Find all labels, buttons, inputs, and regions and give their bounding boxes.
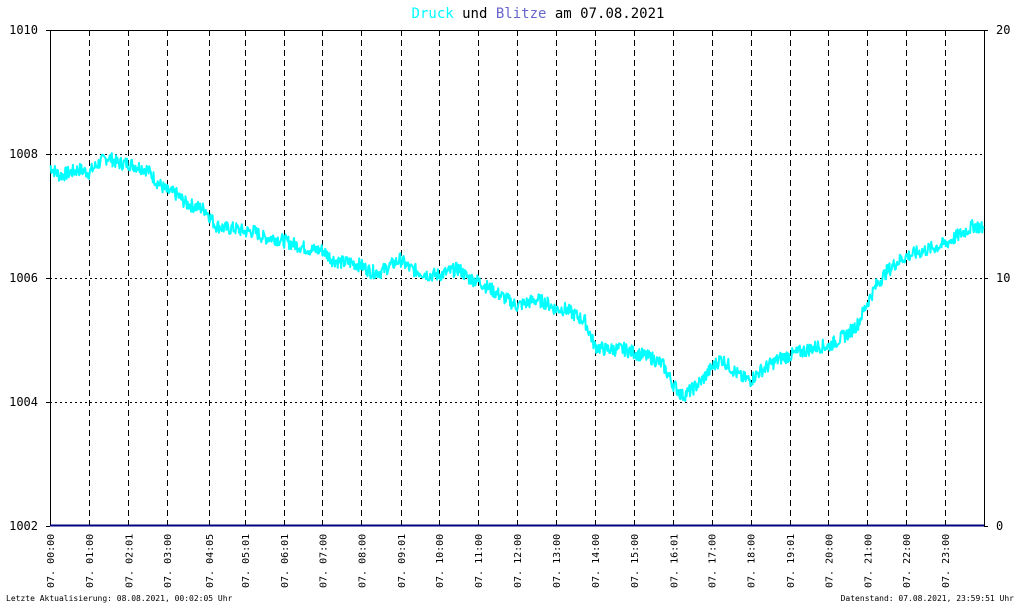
grid bbox=[50, 30, 984, 526]
x-tick-label: 07. 02:01 bbox=[124, 534, 135, 588]
x-tick-label: 07. 15:00 bbox=[630, 534, 641, 588]
footer-data-status: Datenstand: 07.08.2021, 23:59:51 Uhr bbox=[841, 594, 1015, 603]
chart-container: Druck und Blitze am 07.08.2021 1002 1004 1… bbox=[0, 0, 1020, 606]
y-tick-label-left: 1006 bbox=[9, 271, 38, 285]
x-tick-label: 07. 10:00 bbox=[435, 534, 446, 588]
x-tick-label: 07. 22:00 bbox=[902, 534, 913, 588]
title-blitze: Blitze bbox=[496, 6, 547, 22]
x-tick-label: 07. 17:00 bbox=[708, 534, 719, 588]
title-date: am 07.08.2021 bbox=[546, 6, 664, 22]
title-und: und bbox=[454, 6, 496, 22]
y-tick-label-right: 20 bbox=[996, 23, 1010, 37]
y-tick-label-left: 1004 bbox=[9, 395, 38, 409]
chart-title: Druck und Blitze am 07.08.2021 bbox=[412, 6, 665, 22]
x-tick-label: 07. 08:00 bbox=[357, 534, 368, 588]
x-tick-label: 07. 09:01 bbox=[397, 534, 408, 588]
druck-series-line bbox=[49, 152, 985, 402]
y-tick-label-left: 1010 bbox=[9, 23, 38, 37]
x-tick-label: 07. 20:00 bbox=[824, 534, 835, 588]
pressure-lightning-chart: Druck und Blitze am 07.08.2021 1002 1004 1… bbox=[6, 6, 1015, 603]
y-tick-label-left: 1002 bbox=[9, 519, 38, 533]
footer-last-update: Letzte Aktualisierung: 08.08.2021, 00:02… bbox=[6, 594, 233, 603]
x-tick-label: 07. 01:00 bbox=[85, 534, 96, 588]
y-tick-label-right: 0 bbox=[996, 519, 1003, 533]
x-tick-label: 07. 06:01 bbox=[280, 534, 291, 588]
x-tick-label: 07. 16:01 bbox=[669, 534, 680, 588]
x-tick-label: 07. 12:00 bbox=[513, 534, 524, 588]
y-tick-label-right: 10 bbox=[996, 271, 1010, 285]
x-tick-label: 07. 14:00 bbox=[591, 534, 602, 588]
x-tick-label: 07. 23:00 bbox=[941, 534, 952, 588]
series bbox=[49, 152, 985, 527]
y-tick-label-left: 1008 bbox=[9, 147, 38, 161]
title-druck: Druck bbox=[412, 6, 455, 22]
x-tick-label: 07. 19:01 bbox=[786, 534, 797, 588]
x-tick-label: 07. 03:00 bbox=[163, 534, 174, 588]
x-tick-label: 07. 13:00 bbox=[552, 534, 563, 588]
x-tick-label: 07. 18:00 bbox=[747, 534, 758, 588]
x-tick-label: 07. 11:00 bbox=[474, 534, 485, 588]
x-tick-label: 07. 21:00 bbox=[863, 534, 874, 588]
x-tick-label: 07. 07:00 bbox=[318, 534, 329, 588]
x-tick-label: 07. 00:00 bbox=[46, 534, 57, 588]
x-tick-label: 07. 04:05 bbox=[205, 534, 216, 588]
x-tick-label: 07. 05:01 bbox=[241, 534, 252, 588]
